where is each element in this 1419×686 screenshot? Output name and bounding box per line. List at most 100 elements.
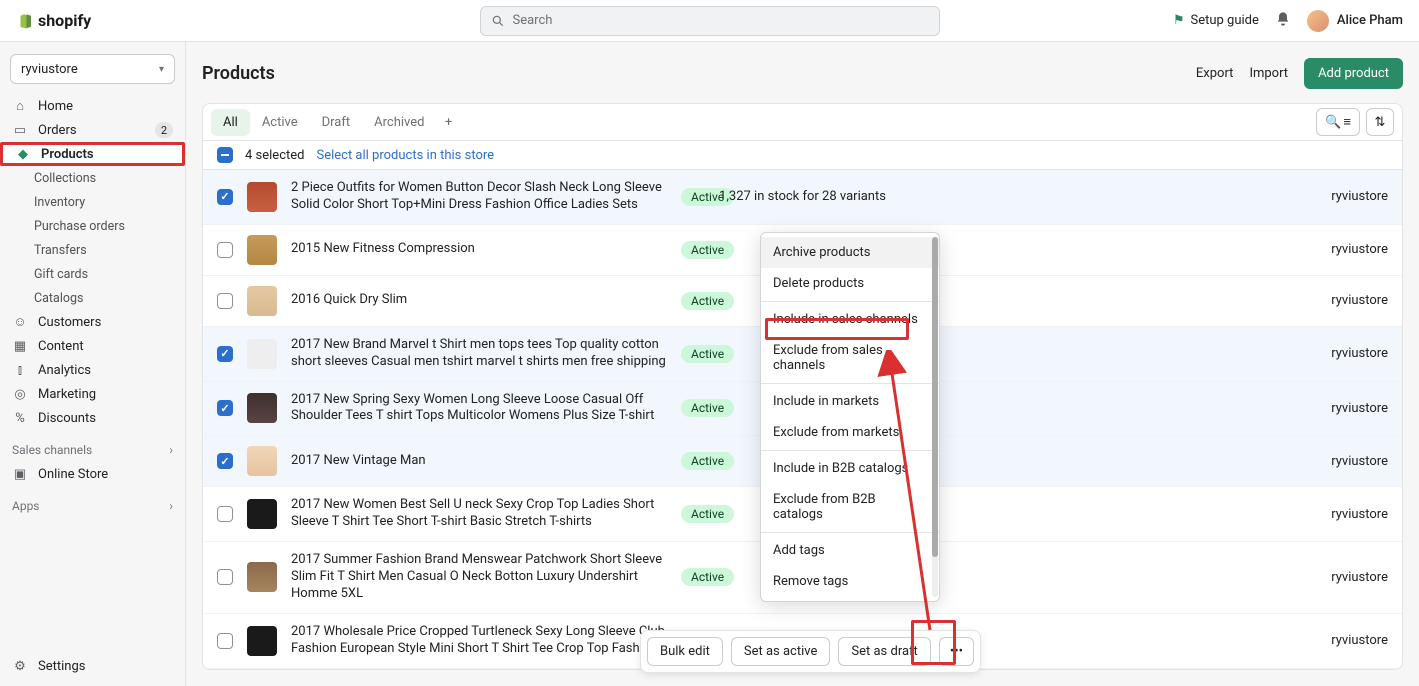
store-icon: ▣ — [12, 466, 28, 482]
menu-add-tags[interactable]: Add tags — [761, 535, 939, 566]
set-active-button[interactable]: Set as active — [731, 637, 831, 666]
product-thumbnail — [247, 286, 277, 316]
row-checkbox[interactable] — [217, 346, 233, 362]
nav-collections[interactable]: Collections — [0, 166, 185, 190]
add-product-button[interactable]: Add product — [1304, 58, 1403, 89]
vendor-text: ryviustore — [1331, 293, 1388, 308]
menu-include-markets[interactable]: Include in markets — [761, 386, 939, 417]
status-badge: Active — [681, 292, 734, 310]
product-thumbnail — [247, 235, 277, 265]
product-name: 2017 New Spring Sexy Women Long Sleeve L… — [291, 392, 671, 426]
menu-exclude-channels[interactable]: Exclude from sales channels — [761, 335, 939, 381]
bulk-edit-button[interactable]: Bulk edit — [647, 637, 723, 666]
product-name: 2015 New Fitness Compression — [291, 241, 671, 258]
nav-marketing[interactable]: ◎Marketing — [0, 382, 185, 406]
shopify-logo[interactable]: shopify — [16, 11, 91, 30]
nav-products[interactable]: ◆Products — [0, 142, 185, 166]
nav-home[interactable]: ⌂Home — [0, 94, 185, 118]
product-thumbnail — [247, 182, 277, 212]
notifications-icon[interactable] — [1275, 11, 1291, 31]
nav-settings[interactable]: ⚙Settings — [0, 654, 185, 678]
popover-scrollbar[interactable] — [932, 237, 938, 597]
nav-purchase-orders[interactable]: Purchase orders — [0, 214, 185, 238]
logo-text: shopify — [38, 11, 91, 30]
row-checkbox[interactable] — [217, 569, 233, 585]
search-icon: 🔍 — [1325, 115, 1341, 130]
filter-icon: ≡ — [1343, 114, 1351, 130]
nav-customers[interactable]: ☺Customers — [0, 310, 185, 334]
status-badge: Active — [681, 345, 734, 363]
product-name: 2017 New Vintage Man — [291, 453, 671, 470]
menu-delete[interactable]: Delete products — [761, 268, 939, 299]
nav-transfers[interactable]: Transfers — [0, 238, 185, 262]
tab-all[interactable]: All — [211, 109, 250, 136]
product-thumbnail — [247, 446, 277, 476]
select-all-link[interactable]: Select all products in this store — [316, 148, 494, 163]
sort-button[interactable]: ⇅ — [1366, 108, 1394, 136]
row-checkbox[interactable] — [217, 400, 233, 416]
product-name: 2 Piece Outfits for Women Button Decor S… — [291, 180, 671, 214]
chevron-right-icon[interactable]: › — [169, 443, 173, 457]
nav-catalogs[interactable]: Catalogs — [0, 286, 185, 310]
status-badge: Active — [681, 241, 734, 259]
export-button[interactable]: Export — [1196, 66, 1234, 81]
status-badge: Active — [681, 399, 734, 417]
vendor-text: ryviustore — [1331, 507, 1388, 522]
tab-add[interactable]: + — [437, 109, 461, 136]
menu-archive[interactable]: Archive products — [761, 237, 939, 268]
table-row[interactable]: 2 Piece Outfits for Women Button Decor S… — [203, 170, 1402, 225]
user-menu[interactable]: Alice Pham — [1307, 10, 1403, 32]
status-badge: Active — [681, 452, 734, 470]
tab-archived[interactable]: Archived — [362, 109, 436, 136]
search-filter-button[interactable]: 🔍≡ — [1316, 108, 1360, 136]
nav-inventory[interactable]: Inventory — [0, 190, 185, 214]
tab-draft[interactable]: Draft — [310, 109, 363, 136]
nav-analytics[interactable]: ⫾Analytics — [0, 358, 185, 382]
product-name: 2017 New Brand Marvel t Shirt men tops t… — [291, 337, 671, 371]
flag-icon: ⚑ — [1173, 13, 1185, 28]
vendor-text: ryviustore — [1331, 401, 1388, 416]
tab-active[interactable]: Active — [250, 109, 310, 136]
setup-guide-link[interactable]: ⚑ Setup guide — [1173, 13, 1259, 28]
product-thumbnail — [247, 499, 277, 529]
menu-include-b2b[interactable]: Include in B2B catalogs — [761, 453, 939, 484]
sidebar: ryviustore ▾ ⌂Home ▭Orders2 ◆Products Co… — [0, 42, 186, 686]
row-checkbox[interactable] — [217, 242, 233, 258]
topbar: shopify Search ⚑ Setup guide Alice Pham — [0, 0, 1419, 42]
product-thumbnail — [247, 339, 277, 369]
menu-remove-tags[interactable]: Remove tags — [761, 566, 939, 597]
nav-discounts[interactable]: %Discounts — [0, 406, 185, 430]
row-checkbox[interactable] — [217, 189, 233, 205]
plus-icon: + — [445, 115, 452, 130]
vendor-text: ryviustore — [1331, 189, 1388, 204]
menu-include-channels[interactable]: Include in sales channels — [761, 304, 939, 335]
row-checkbox[interactable] — [217, 293, 233, 309]
store-selector[interactable]: ryviustore ▾ — [10, 54, 175, 84]
orders-badge: 2 — [155, 122, 173, 138]
bulk-actions-menu: Archive products Delete products Include… — [760, 232, 940, 602]
home-icon: ⌂ — [12, 98, 28, 114]
chevron-right-icon[interactable]: › — [169, 499, 173, 513]
row-checkbox[interactable] — [217, 506, 233, 522]
menu-exclude-b2b[interactable]: Exclude from B2B catalogs — [761, 484, 939, 530]
menu-exclude-markets[interactable]: Exclude from markets — [761, 417, 939, 448]
set-draft-button[interactable]: Set as draft — [838, 637, 930, 666]
row-checkbox[interactable] — [217, 453, 233, 469]
selected-count: 4 selected — [245, 148, 304, 163]
nav-content[interactable]: ▦Content — [0, 334, 185, 358]
inventory-text: 1,327 in stock for 28 variants — [719, 189, 886, 204]
sort-icon: ⇅ — [1375, 115, 1386, 130]
orders-icon: ▭ — [12, 122, 28, 138]
nav-orders[interactable]: ▭Orders2 — [0, 118, 185, 142]
status-badge: Active — [681, 505, 734, 523]
more-actions-button[interactable]: ••• — [939, 637, 974, 666]
nav-gift-cards[interactable]: Gift cards — [0, 262, 185, 286]
import-button[interactable]: Import — [1249, 66, 1288, 81]
analytics-icon: ⫾ — [12, 362, 28, 378]
section-sales-channels: Sales channels› — [0, 438, 185, 462]
page-title: Products — [202, 63, 275, 84]
select-all-checkbox[interactable] — [217, 147, 233, 163]
search-input[interactable]: Search — [480, 6, 940, 36]
nav-online-store[interactable]: ▣Online Store — [0, 462, 185, 486]
row-checkbox[interactable] — [217, 633, 233, 649]
